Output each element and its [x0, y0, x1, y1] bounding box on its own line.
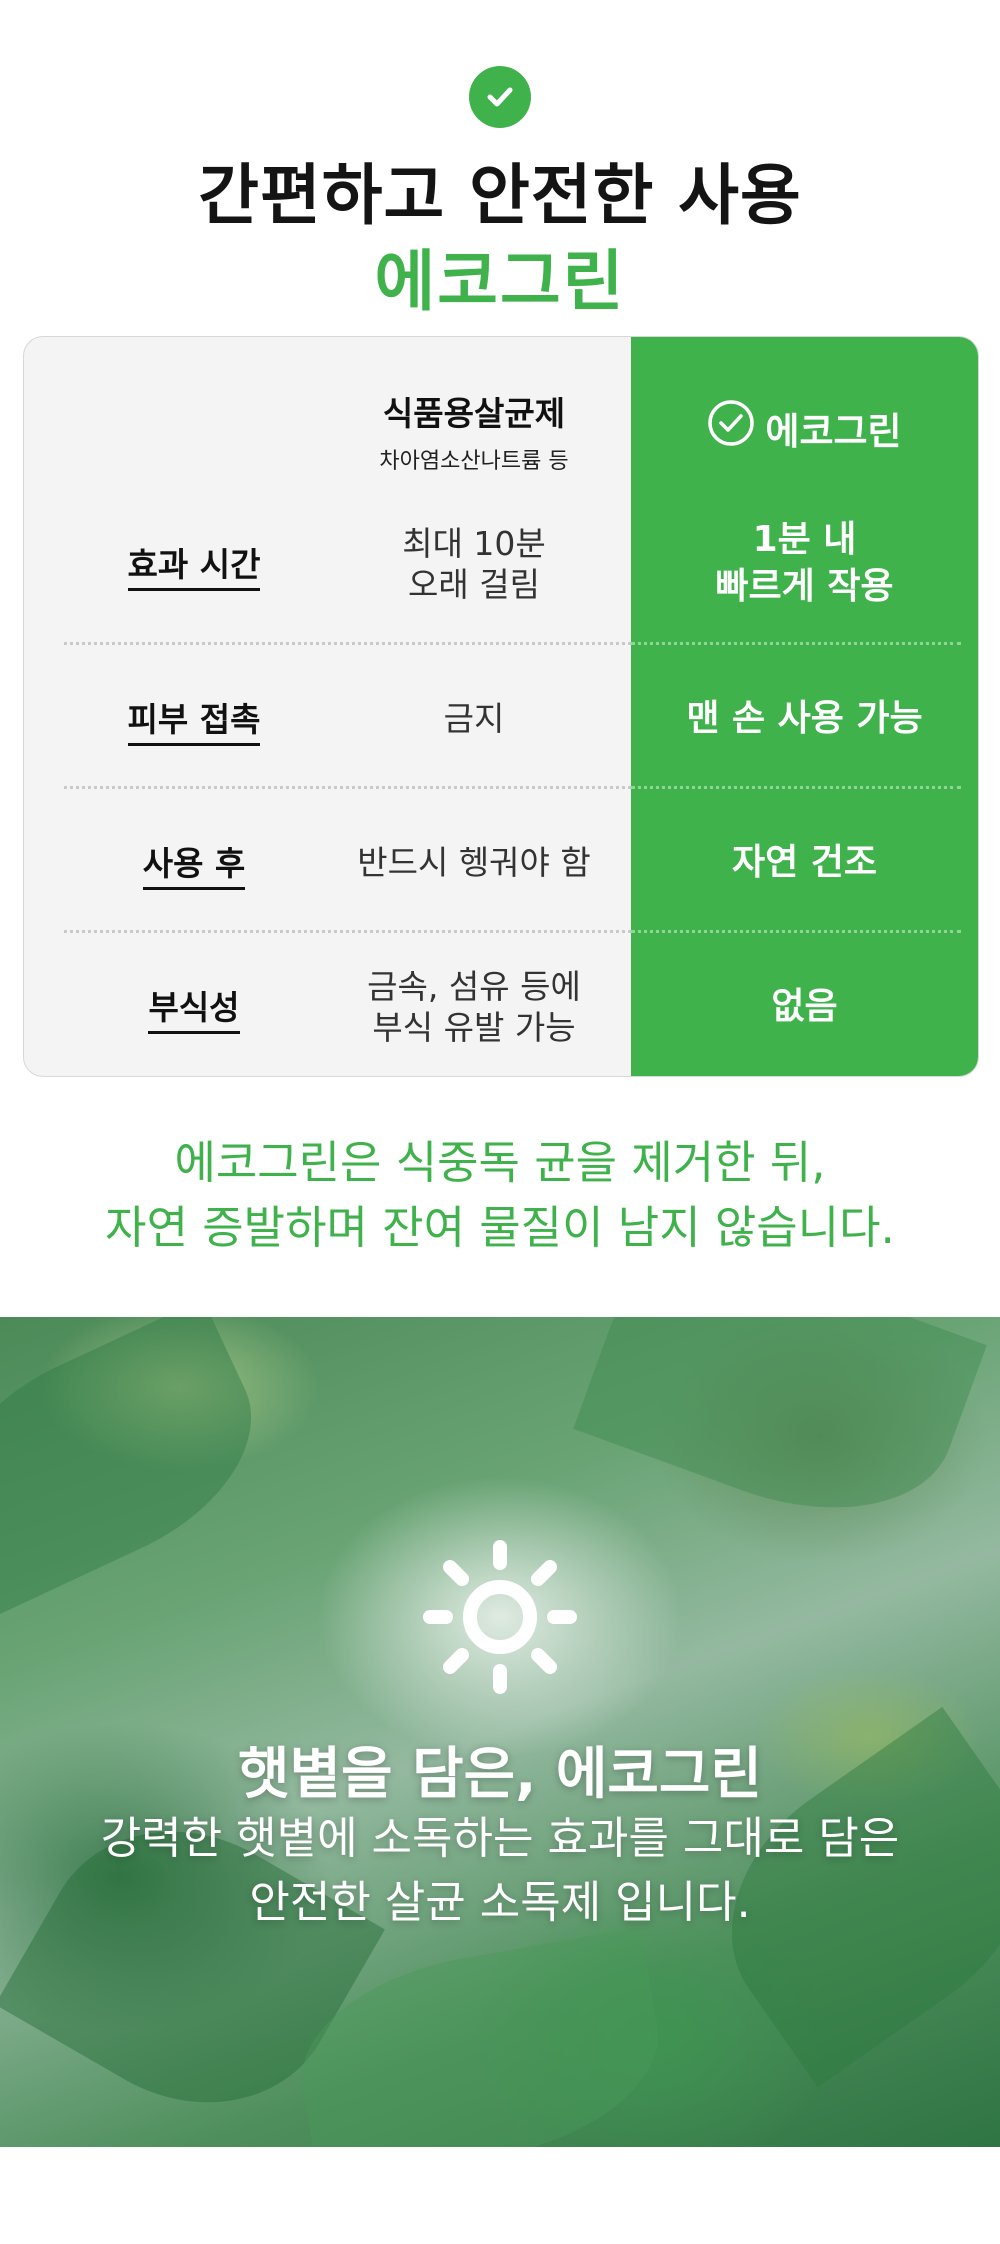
row-label: 피부 접촉: [127, 693, 261, 746]
row-label: 사용 후: [142, 837, 246, 890]
competitor-cell: 반드시 헹궈야 함: [324, 793, 624, 933]
row-divider: [631, 930, 961, 933]
summary-line: 에코그린은 식중독 균을 제거한 뒤,: [174, 1136, 826, 1189]
competitor-cell: 금속, 섬유 등에 부식 유발 가능: [324, 937, 624, 1076]
sunlight-banner: 햇볕을 담은, 에코그린 강력한 햇볕에 소독하는 효과를 그대로 담은 안전한…: [0, 1317, 1000, 2147]
summary-line: 자연 증발하며 잔여 물질이 남지 않습니다.: [105, 1201, 895, 1255]
competitor-title: 식품용살균제: [382, 394, 566, 433]
comparison-section: 간편하고 안전한 사용 에코그린 식품용살균제 차아염소산나트륨 등 에코그린 …: [0, 0, 1000, 1317]
cell-line: 금속, 섬유 등에: [367, 966, 581, 1006]
leaf-shape: [0, 1317, 288, 1616]
check-outline-icon: [707, 399, 755, 456]
competitor-subtitle: 차아염소산나트륨 등: [379, 449, 569, 474]
ecogreen-cell: 자연 건조: [631, 793, 978, 933]
row-divider: [631, 642, 961, 645]
cell-line: 반드시 헹궈야 함: [357, 843, 591, 883]
row-divider: [64, 642, 631, 645]
competitor-cell: 최대 10분 오래 걸림: [324, 494, 624, 634]
competitor-header: 식품용살균제 차아염소산나트륨 등: [324, 387, 624, 475]
cell-line: 최대 10분: [402, 523, 546, 563]
cell-line: 맨 손 사용 가능: [686, 697, 923, 739]
ecogreen-header-label: 에코그린: [765, 409, 902, 453]
cell-line: 빠르게 작용: [715, 566, 894, 607]
row-divider: [64, 930, 631, 933]
ecogreen-cell: 1분 내 빠르게 작용: [631, 494, 978, 634]
row-label: 부식성: [148, 981, 240, 1034]
description-line: 강력한 햇볕에 소독하는 효과를 그대로 담은: [100, 1813, 900, 1864]
row-label: 효과 시간: [127, 538, 261, 591]
cell-line: 부식 유발 가능: [372, 1008, 576, 1047]
table-row: 효과 시간 최대 10분 오래 걸림 1분 내 빠르게 작용: [24, 494, 978, 634]
description-line: 안전한 살균 소독제 입니다.: [249, 1876, 751, 1928]
summary-text: 에코그린은 식중독 균을 제거한 뒤, 자연 증발하며 잔여 물질이 남지 않습…: [0, 1130, 1000, 1261]
table-row: 피부 접촉 금지 맨 손 사용 가능: [24, 649, 978, 789]
ecogreen-cell: 없음: [631, 937, 978, 1076]
check-circle-icon: [469, 66, 531, 128]
cell-line: 자연 건조: [731, 841, 877, 883]
row-divider: [631, 786, 961, 789]
row-divider: [64, 786, 631, 789]
table-row: 사용 후 반드시 헹궈야 함 자연 건조: [24, 793, 978, 933]
cell-line: 오래 걸림: [408, 565, 540, 604]
sunlight-title: 햇볕을 담은, 에코그린: [238, 1742, 762, 1807]
table-row: 부식성 금속, 섬유 등에 부식 유발 가능 없음: [24, 937, 978, 1076]
ecogreen-cell: 맨 손 사용 가능: [631, 649, 978, 789]
leaf-shape: [573, 1317, 987, 1552]
comparison-table: 식품용살균제 차아염소산나트륨 등 에코그린 효과 시간 최대 10분 오래 걸…: [23, 336, 979, 1077]
sun-icon: [423, 1540, 577, 1694]
cell-line: 없음: [771, 985, 838, 1027]
cell-line: 금지: [443, 699, 505, 739]
sunlight-description: 강력한 햇볕에 소독하는 효과를 그대로 담은 안전한 살균 소독제 입니다.: [0, 1807, 1000, 1935]
ecogreen-header: 에코그린: [631, 399, 978, 456]
brand-title: 에코그린: [374, 243, 626, 320]
page-title: 간편하고 안전한 사용: [198, 157, 802, 234]
competitor-cell: 금지: [324, 649, 624, 789]
cell-line: 1분 내: [752, 519, 857, 561]
